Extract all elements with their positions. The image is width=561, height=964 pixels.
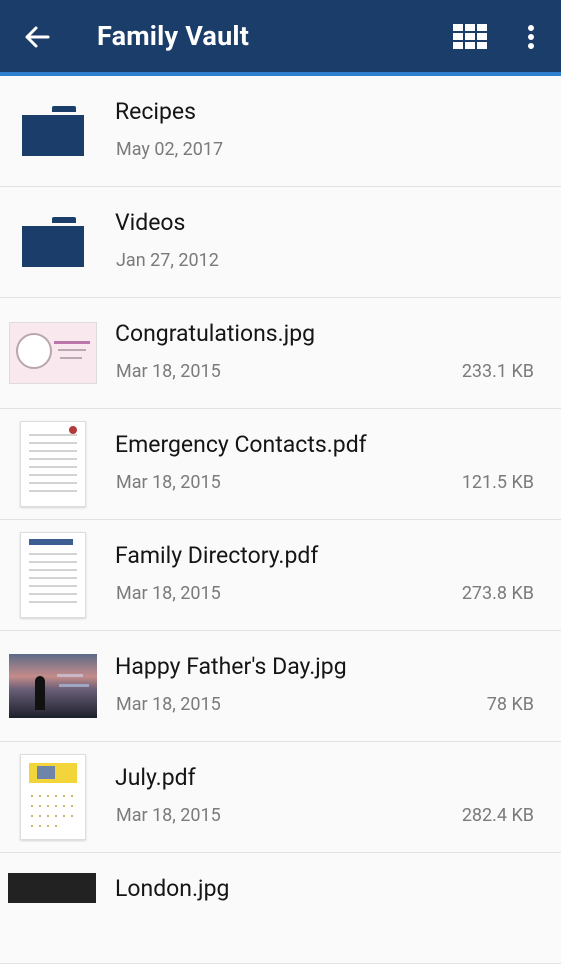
item-size: 282.4 KB [461,805,534,826]
item-name: Happy Father's Day.jpg [115,653,347,680]
item-date: Mar 18, 2015 [116,694,221,715]
item-name: London.jpg [115,875,230,902]
item-date: Mar 18, 2015 [116,583,221,604]
more-vert-icon [528,25,534,49]
grid-view-icon [453,24,487,49]
item-name: Videos [115,209,186,236]
item-date: Jan 27, 2012 [116,250,219,271]
item-size: 273.8 KB [461,583,534,604]
folder-icon [8,207,98,277]
item-size: 233.1 KB [461,361,534,382]
file-list: Recipes May 02, 2017 Videos Jan 27, 2012… [0,76,561,964]
item-size: 78 KB [486,694,534,715]
item-name: Family Directory.pdf [115,542,319,569]
image-thumbnail [8,873,96,903]
page-title: Family Vault [97,20,250,52]
grid-view-button[interactable] [453,24,487,50]
arrow-left-icon [25,26,50,48]
image-thumbnail [8,318,98,388]
list-item[interactable]: July.pdf Mar 18, 2015 282.4 KB [0,742,561,853]
pdf-thumbnail [8,421,98,507]
list-item[interactable]: Family Directory.pdf Mar 18, 2015 273.8 … [0,520,561,631]
list-item[interactable]: Recipes May 02, 2017 [0,76,561,187]
item-size: 121.5 KB [461,472,534,493]
more-options-button[interactable] [520,22,542,52]
item-date: Mar 18, 2015 [116,361,221,382]
item-name: Emergency Contacts.pdf [115,431,367,458]
item-date: Mar 18, 2015 [116,472,221,493]
item-name: July.pdf [115,764,196,791]
list-item[interactable]: Congratulations.jpg Mar 18, 2015 233.1 K… [0,298,561,409]
image-thumbnail [8,651,98,721]
folder-icon [8,96,98,166]
list-item[interactable]: London.jpg [0,853,561,964]
list-item[interactable]: Happy Father's Day.jpg Mar 18, 2015 78 K… [0,631,561,742]
list-item[interactable]: Videos Jan 27, 2012 [0,187,561,298]
item-name: Recipes [115,98,196,125]
list-item[interactable]: Emergency Contacts.pdf Mar 18, 2015 121.… [0,409,561,520]
item-date: Mar 18, 2015 [116,805,221,826]
pdf-thumbnail [8,754,98,840]
item-name: Congratulations.jpg [115,320,316,347]
app-bar: Family Vault [0,0,561,76]
pdf-thumbnail [8,532,98,618]
back-button[interactable] [22,22,52,52]
item-date: May 02, 2017 [116,139,224,160]
